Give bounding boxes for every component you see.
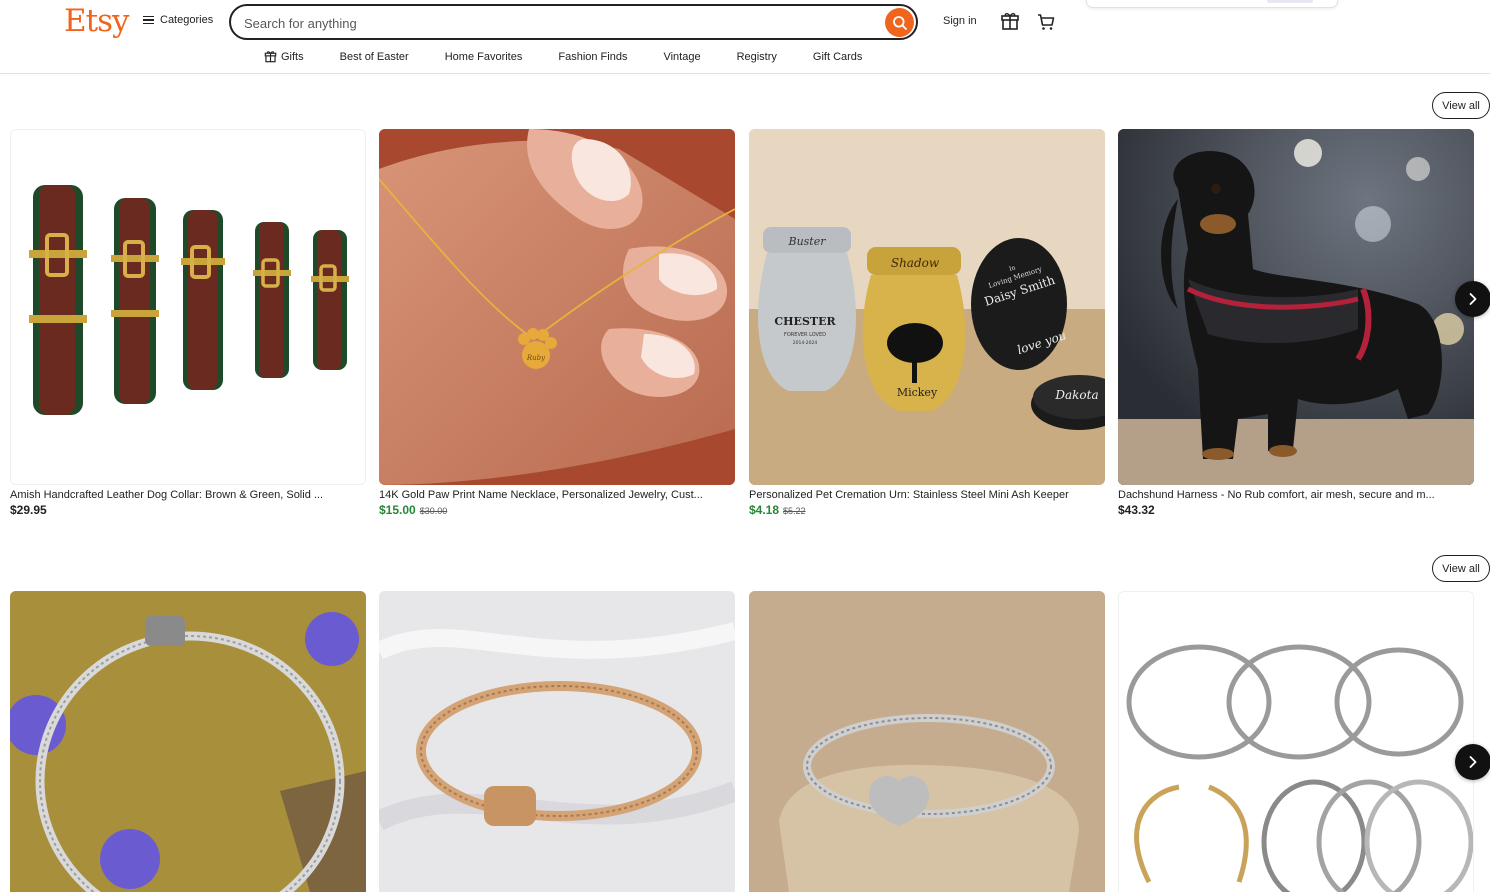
necklace-engraving: Ruby (526, 354, 546, 362)
listing-image-necklace[interactable]: Ruby (379, 129, 735, 485)
nav-label: Fashion Finds (558, 50, 628, 63)
sign-in-link[interactable]: Sign in (943, 15, 977, 27)
nav-label: Home Favorites (444, 50, 523, 63)
nav-item-gift-cards[interactable]: Gift Cards (813, 51, 863, 63)
listing-image-bracelet-set[interactable] (1118, 591, 1474, 892)
listing-image-dachshund[interactable] (1118, 129, 1474, 485)
listing-price: $15.00 $30.00 (379, 503, 735, 517)
search-button[interactable] (885, 8, 914, 37)
gift-icon (264, 51, 277, 63)
original-price: $30.00 (419, 506, 448, 516)
nav-item-home-favorites[interactable]: Home Favorites (445, 51, 523, 63)
nav-label: Gift Cards (812, 50, 863, 63)
listing-price: $43.32 (1118, 503, 1474, 517)
price-value: $4.18 (749, 503, 780, 517)
carousel-next-button[interactable] (1455, 281, 1490, 317)
listing-title[interactable]: Dachshund Harness - No Rub comfort, air … (1118, 489, 1474, 501)
listing-title[interactable]: 14K Gold Paw Print Name Necklace, Person… (379, 489, 735, 501)
categories-button[interactable]: Categories (143, 14, 213, 26)
site-header: Etsy Categories Sign in (0, 0, 1490, 74)
price-value: $43.32 (1118, 503, 1155, 517)
nav-label: Best of Easter (339, 50, 409, 63)
listing-image-bracelet-satin[interactable] (379, 591, 735, 892)
chevron-right-icon (1469, 756, 1477, 768)
dropdown-edge (1086, 0, 1338, 8)
listing-image-bracelet-gold-background[interactable] (10, 591, 366, 892)
view-all-button[interactable]: View all (1432, 92, 1490, 119)
cart-icon[interactable] (1036, 12, 1056, 37)
nav-item-best-of-easter[interactable]: Best of Easter (340, 51, 409, 63)
chevron-right-icon (1469, 293, 1477, 305)
listing-card[interactable]: Amish Handcrafted Leather Dog Collar: Br… (10, 129, 366, 517)
etsy-logo[interactable]: Etsy (64, 3, 130, 39)
listing-price: $29.95 (10, 503, 366, 517)
listing-image-urns[interactable]: Buster CHESTER FOREVER LOVED 2014-2024 S… (749, 129, 1105, 485)
listing-card[interactable]: Ruby 14K Gold Paw Print Name Necklace, P… (379, 129, 735, 517)
category-nav: Gifts Best of Easter Home Favorites Fash… (264, 50, 862, 63)
nav-label: Gifts (281, 50, 304, 63)
listing-title[interactable]: Personalized Pet Cremation Urn: Stainles… (749, 489, 1105, 501)
carousel-next-button[interactable] (1455, 744, 1490, 780)
price-value: $15.00 (379, 503, 416, 517)
menu-icon (143, 15, 154, 25)
listing-image-bracelet-stone[interactable] (749, 591, 1105, 892)
view-all-button[interactable]: View all (1432, 555, 1490, 582)
nav-label: Registry (736, 50, 777, 63)
search-bar (229, 4, 918, 40)
urn-engraving: FOREVER LOVED (784, 332, 826, 338)
price-value: $29.95 (10, 503, 47, 517)
search-input[interactable] (244, 13, 844, 33)
urn-engraving: Mickey (897, 386, 938, 399)
listing-card[interactable] (10, 591, 366, 892)
urn-engraving: Buster (787, 235, 826, 248)
original-price: $5.22 (783, 506, 806, 516)
listing-image-collars[interactable] (10, 129, 366, 485)
listing-card[interactable] (379, 591, 735, 892)
nav-item-registry[interactable]: Registry (737, 51, 777, 63)
urn-engraving: Dakota (1054, 388, 1098, 402)
listing-card[interactable] (749, 591, 1105, 892)
nav-item-vintage[interactable]: Vintage (663, 51, 700, 63)
categories-label: Categories (160, 14, 214, 26)
urn-engraving: Shadow (891, 256, 940, 270)
listing-card[interactable] (1118, 591, 1474, 892)
listing-title[interactable]: Amish Handcrafted Leather Dog Collar: Br… (10, 489, 366, 501)
listing-card[interactable]: Buster CHESTER FOREVER LOVED 2014-2024 S… (749, 129, 1105, 517)
urn-engraving: 2014-2024 (793, 340, 818, 346)
listing-price: $4.18 $5.22 (749, 503, 1105, 517)
urn-engraving: CHESTER (774, 315, 836, 328)
gift-icon[interactable] (1000, 11, 1020, 36)
nav-item-gifts[interactable]: Gifts (264, 50, 304, 63)
nav-item-fashion-finds[interactable]: Fashion Finds (558, 51, 627, 63)
listing-card[interactable]: Dachshund Harness - No Rub comfort, air … (1118, 129, 1474, 517)
search-icon (892, 15, 907, 30)
nav-label: Vintage (663, 50, 701, 63)
